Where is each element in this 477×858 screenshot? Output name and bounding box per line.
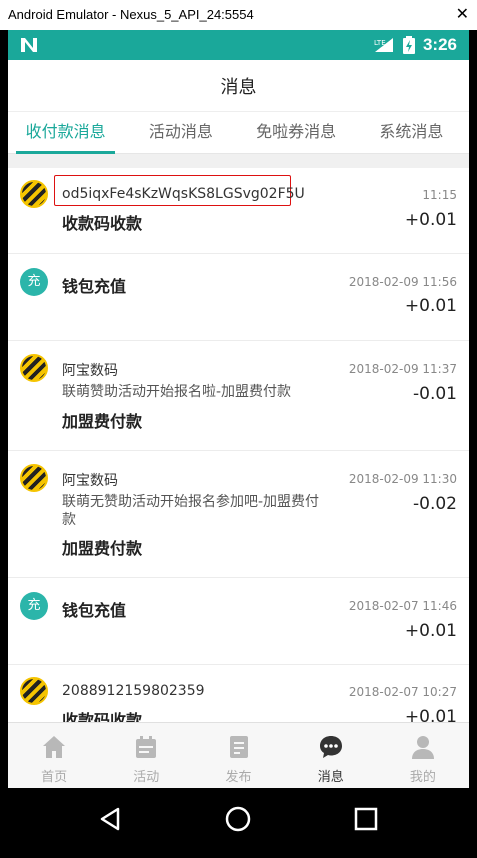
list-item[interactable]: od5iqxFe4sKzWqsKS8LGSvg02F5U 收款码收款 11:15… <box>8 168 469 254</box>
amount: -0.01 <box>413 384 457 404</box>
emulator-title-bar: Android Emulator - Nexus_5_API_24:5554 ✕ <box>0 0 477 30</box>
sender-name: od5iqxFe4sKzWqsKS8LGSvg02F5U <box>62 186 305 202</box>
signal-icon: LTE <box>374 38 393 52</box>
transaction-type: 加盟费付款 <box>62 539 143 558</box>
amount: +0.01 <box>404 296 457 316</box>
tab-system-messages[interactable]: 系统消息 <box>354 112 469 153</box>
status-time: 3:26 <box>422 35 457 54</box>
document-icon <box>229 736 248 758</box>
timestamp: 11:15 <box>422 188 457 202</box>
message-list: od5iqxFe4sKzWqsKS8LGSvg02F5U 收款码收款 11:15… <box>8 168 469 752</box>
recents-icon[interactable] <box>352 805 380 833</box>
recharge-avatar: 充 <box>20 268 48 296</box>
avatar <box>20 180 48 208</box>
nav-label: 消息 <box>317 770 344 785</box>
list-divider <box>8 154 469 168</box>
user-icon <box>411 736 434 759</box>
nav-label: 活动 <box>133 770 160 785</box>
battery-icon <box>402 36 415 54</box>
sender-name: 2088912159802359 <box>62 683 205 699</box>
bottom-navigation: 首页 活动 发布 消息 我的 <box>8 722 469 788</box>
page-title: 消息 <box>220 76 257 98</box>
nav-messages[interactable]: 消息 <box>285 723 377 788</box>
status-bar: LTE 3:26 <box>8 30 469 60</box>
transaction-type: 加盟费付款 <box>62 412 143 431</box>
avatar <box>20 677 48 705</box>
tab-coupon-messages[interactable]: 免啦券消息 <box>239 112 354 153</box>
nav-publish[interactable]: 发布 <box>192 723 284 788</box>
chat-icon <box>319 736 342 758</box>
close-icon[interactable]: ✕ <box>456 6 469 24</box>
list-item[interactable]: 充 钱包充值 2018-02-07 11:46 +0.01 <box>8 578 469 665</box>
timestamp: 2018-02-09 11:37 <box>348 362 457 376</box>
home-circle-icon[interactable] <box>224 805 252 833</box>
timestamp: 2018-02-09 11:56 <box>348 275 457 289</box>
timestamp: 2018-02-07 11:46 <box>348 599 457 613</box>
message-tabs: 收付款消息 活动消息 免啦券消息 系统消息 <box>8 112 469 154</box>
nav-home[interactable]: 首页 <box>8 723 100 788</box>
message-description: 联萌无赞助活动开始报名参加吧-加盟费付款 <box>62 494 320 528</box>
home-icon <box>43 736 66 758</box>
back-icon[interactable] <box>96 805 124 833</box>
list-item[interactable]: 充 钱包充值 2018-02-09 11:56 +0.01 <box>8 254 469 341</box>
nav-label: 首页 <box>41 770 68 785</box>
recharge-avatar: 充 <box>20 592 48 620</box>
transaction-type: 钱包充值 <box>62 601 127 620</box>
message-description: 联萌赞助活动开始报名啦-加盟费付款 <box>62 384 292 400</box>
android-n-icon <box>21 38 37 52</box>
avatar <box>20 464 48 492</box>
nav-label: 我的 <box>409 770 436 785</box>
amount: +0.01 <box>404 621 457 641</box>
calendar-icon <box>136 736 157 758</box>
tab-payment-messages[interactable]: 收付款消息 <box>8 112 123 154</box>
list-item[interactable]: 阿宝数码 联萌无赞助活动开始报名参加吧-加盟费付款 加盟费付款 2018-02-… <box>8 451 469 578</box>
amount: +0.01 <box>404 210 457 230</box>
transaction-type: 收款码收款 <box>62 214 143 233</box>
timestamp: 2018-02-07 10:27 <box>348 685 457 699</box>
nav-label: 发布 <box>225 770 252 785</box>
nav-activity[interactable]: 活动 <box>100 723 192 788</box>
android-navigation-bar <box>8 788 469 850</box>
list-item[interactable]: 阿宝数码 联萌赞助活动开始报名啦-加盟费付款 加盟费付款 2018-02-09 … <box>8 341 469 451</box>
amount: -0.02 <box>413 494 457 514</box>
page-header: 消息 <box>8 60 469 112</box>
transaction-type: 钱包充值 <box>62 277 127 296</box>
svg-text:LTE: LTE <box>374 39 386 47</box>
nav-profile[interactable]: 我的 <box>377 723 469 788</box>
window-title: Android Emulator - Nexus_5_API_24:5554 <box>8 7 254 22</box>
phone-screen: LTE 3:26 消息 收付款消息 活动消息 免啦券消息 系统消息 od5iqx… <box>8 30 469 850</box>
sender-name: 阿宝数码 <box>62 363 118 379</box>
timestamp: 2018-02-09 11:30 <box>348 472 457 486</box>
sender-name: 阿宝数码 <box>62 473 118 489</box>
tab-activity-messages[interactable]: 活动消息 <box>123 112 238 153</box>
avatar <box>20 354 48 382</box>
